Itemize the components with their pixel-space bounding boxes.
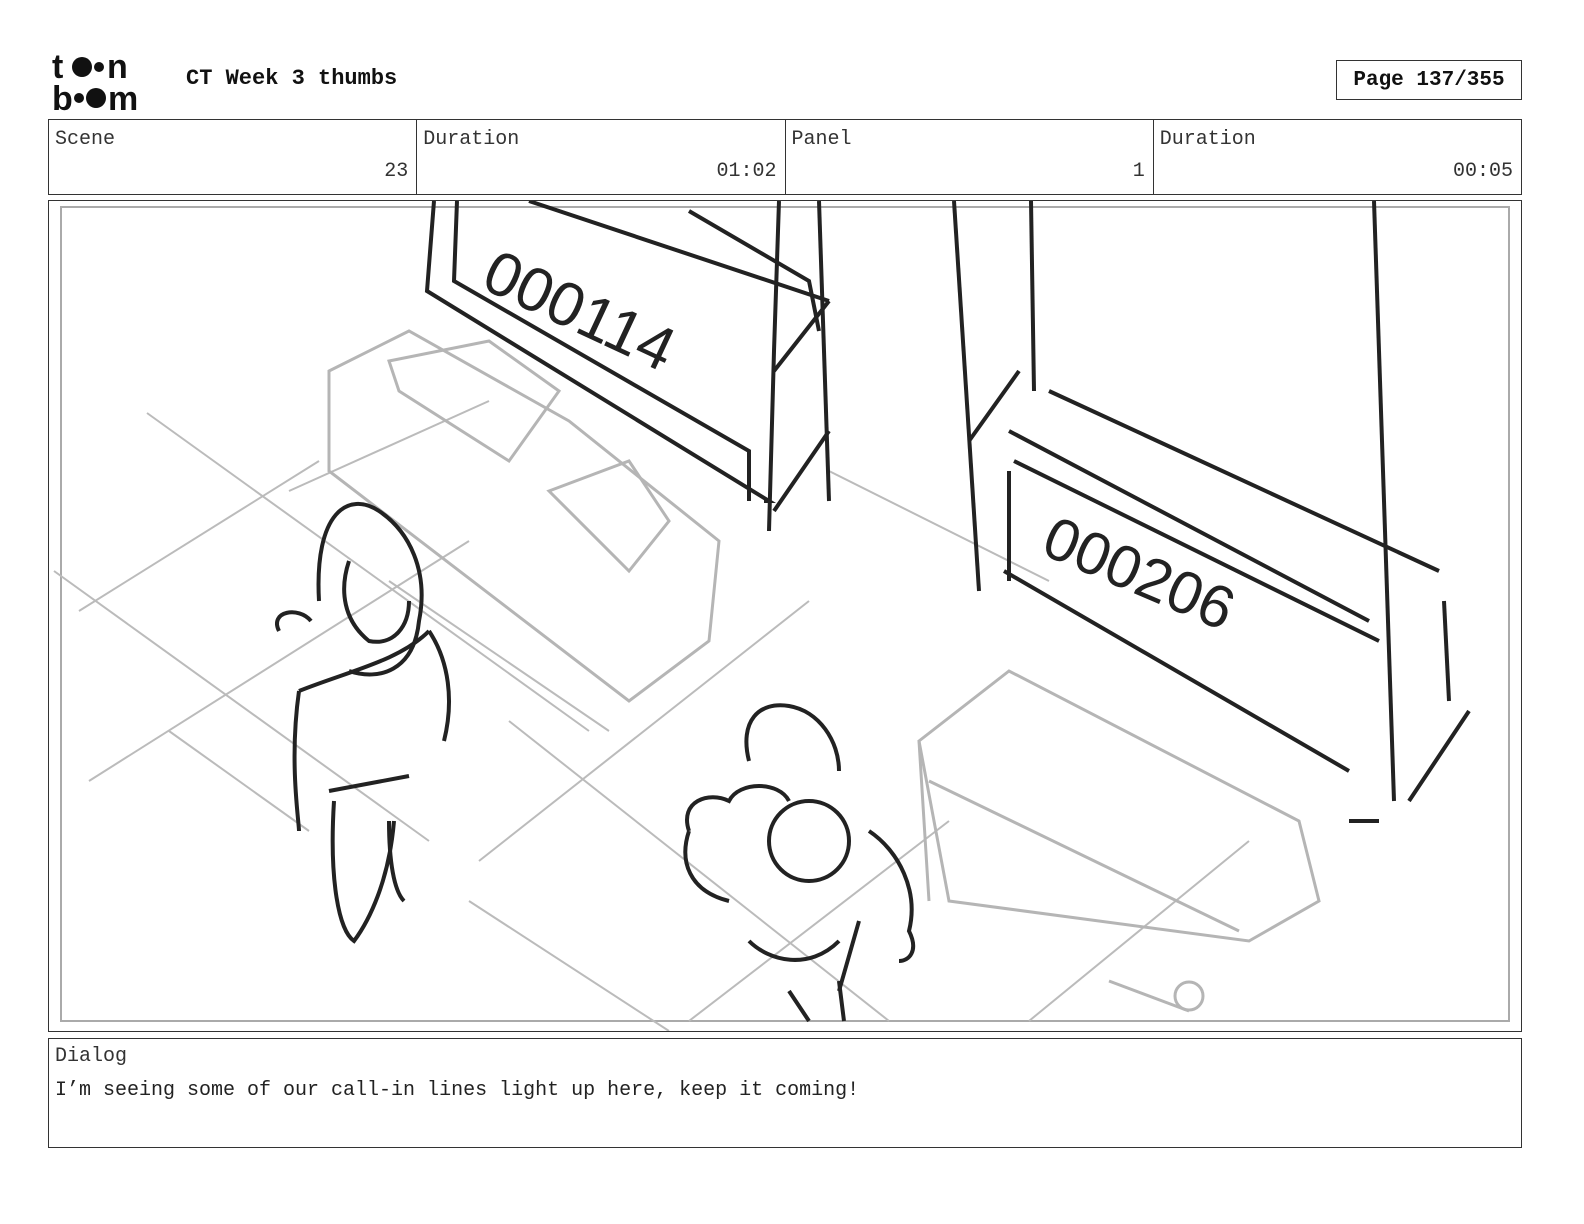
desk-sketch [327, 329, 1321, 1013]
right-score-screen: 000206 [952, 201, 1471, 823]
dialog-label: Dialog [55, 1045, 128, 1068]
panel-duration-value: 00:05 [1452, 160, 1513, 183]
panel-sketch: 000114 000206 [53, 201, 1510, 1031]
svg-text:b: b [52, 80, 73, 114]
toon-boom-logo: t n b m [52, 50, 138, 114]
scene-value: 23 [384, 160, 409, 183]
dialog-box: Dialog I’m seeing some of our call-in li… [48, 1038, 1522, 1148]
dialog-text: I’m seeing some of our call-in lines lig… [55, 1079, 860, 1102]
host-character-sketch [683, 703, 916, 1023]
shot-info-table: Scene 23 Duration 01:02 Panel 1 Duration… [48, 119, 1522, 195]
svg-text:000114: 000114 [473, 237, 686, 385]
storyboard-panel: 000114 000206 [48, 200, 1522, 1032]
page-indicator: Page 137/355 [1336, 60, 1522, 100]
svg-text:m: m [108, 80, 138, 114]
scene-duration-label: Duration [423, 128, 520, 151]
scene-label: Scene [55, 128, 116, 151]
left-score-screen: 000114 [424, 201, 831, 532]
scene-duration-value: 01:02 [716, 160, 777, 183]
panel-cell: Panel 1 [786, 120, 1154, 194]
panel-duration-cell: Duration 00:05 [1154, 120, 1521, 194]
scene-duration-cell: Duration 01:02 [417, 120, 786, 194]
panel-value: 1 [1132, 160, 1145, 183]
panel-duration-label: Duration [1159, 128, 1256, 151]
panel-label: Panel [791, 128, 852, 151]
scene-cell: Scene 23 [49, 120, 418, 194]
document-title: CT Week 3 thumbs [186, 66, 398, 91]
